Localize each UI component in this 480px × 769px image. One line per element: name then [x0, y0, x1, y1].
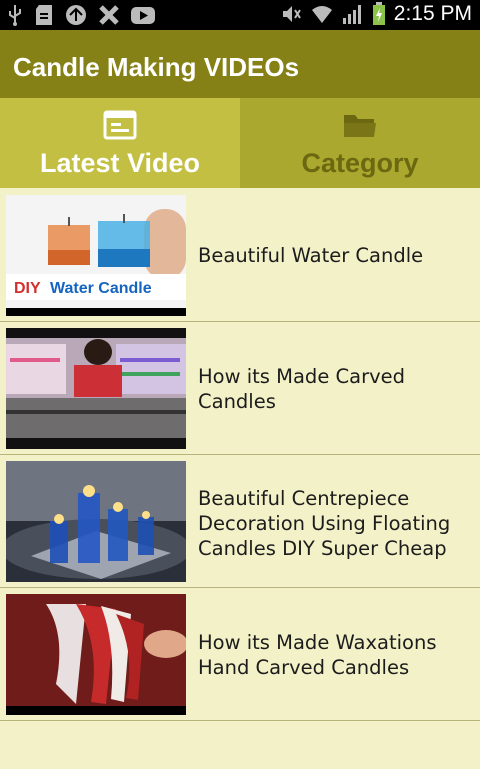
battery-charging-icon	[372, 2, 385, 25]
thumb-caption-diy: DIY	[14, 280, 41, 297]
tab-category-label: Category	[301, 148, 419, 178]
tab-latest-video[interactable]: Latest Video	[0, 98, 240, 188]
tab-category[interactable]: Category	[240, 98, 480, 188]
sd-card-icon	[36, 5, 52, 25]
video-list-item[interactable]: DIY Water Candle Beautiful Water Candle	[0, 188, 480, 322]
x-notification-icon	[99, 5, 119, 25]
signal-icon	[342, 5, 361, 24]
app-title: Candle Making VIDEOs	[13, 52, 300, 82]
video-title: How its Made Waxations Hand Carved Candl…	[198, 631, 437, 679]
tab-latest-video-label: Latest Video	[39, 148, 201, 178]
video-title: Beautiful Water Candle	[198, 244, 424, 267]
video-list-item[interactable]: How its Made Waxations Hand Carved Candl…	[0, 587, 480, 721]
folder-icon	[344, 115, 376, 137]
video-thumbnail: DIY Water Candle	[6, 195, 186, 316]
video-list-item[interactable]: How its Made Carved Candles	[0, 321, 480, 455]
video-thumbnail	[6, 461, 186, 582]
thumb-caption-water-candle: Water Candle	[50, 280, 152, 297]
youtube-icon	[131, 7, 155, 24]
video-title: How its Made Carved Candles	[198, 365, 406, 413]
status-bar: 2:15 PM	[0, 0, 480, 30]
video-thumbnail	[6, 328, 186, 449]
video-thumbnail	[6, 594, 186, 715]
mute-icon	[282, 6, 301, 22]
list-icon	[103, 110, 137, 140]
status-time: 2:15 PM	[393, 2, 472, 25]
video-title: Beautiful Centrepiece Decoration Using F…	[198, 487, 451, 560]
video-list-item[interactable]: Beautiful Centrepiece Decoration Using F…	[0, 454, 480, 588]
usb-icon	[9, 5, 21, 26]
tab-bar: Latest Video Category	[0, 98, 480, 188]
update-icon	[66, 5, 86, 25]
wifi-icon	[311, 6, 332, 23]
